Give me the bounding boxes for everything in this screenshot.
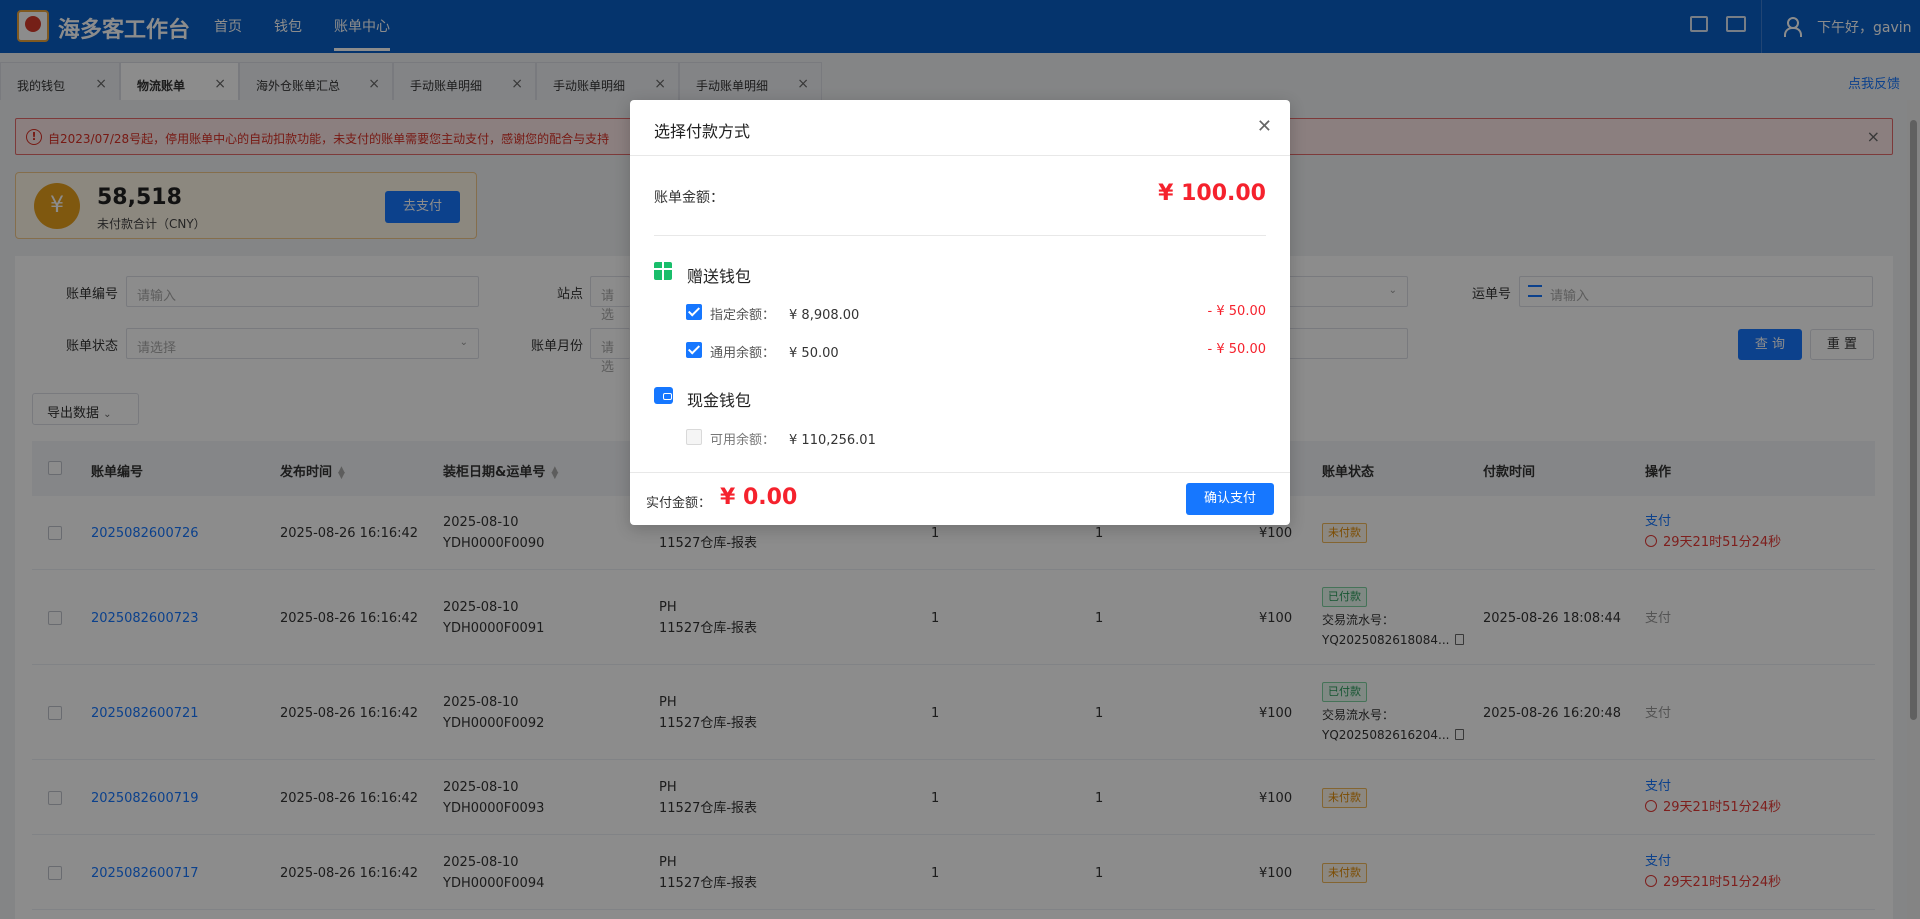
general-value: ¥ 50.00	[789, 346, 839, 361]
available-balance-checkbox[interactable]	[686, 429, 702, 445]
gift-icon	[654, 262, 672, 280]
available-value: ¥ 110,256.01	[789, 433, 876, 448]
actual-amount: ¥ 0.00	[720, 485, 798, 510]
bill-amount: ¥ 100.00	[1158, 181, 1266, 206]
designated-balance-checkbox[interactable]	[686, 304, 702, 320]
confirm-pay-button[interactable]: 确认支付	[1186, 483, 1274, 515]
close-icon[interactable]: ✕	[1257, 116, 1272, 137]
divider	[654, 235, 1266, 236]
actual-amount-label: 实付金额：	[646, 496, 712, 511]
available-balance: 可用余额： ¥ 110,256.01	[710, 429, 876, 448]
payment-method-dialog: 选择付款方式 ✕ 账单金额： ¥ 100.00 赠送钱包 指定余额： ¥ 8,90…	[630, 100, 1290, 525]
dialog-title: 选择付款方式	[654, 122, 751, 141]
cash-wallet-title: 现金钱包	[687, 391, 752, 410]
designated-label: 指定余额：	[710, 308, 776, 323]
designated-value: ¥ 8,908.00	[789, 308, 860, 323]
designated-deduction: - ¥ 50.00	[1207, 304, 1266, 319]
general-deduction: - ¥ 50.00	[1207, 342, 1266, 357]
wallet-icon	[654, 387, 673, 404]
available-label: 可用余额：	[710, 433, 776, 448]
gift-wallet-title: 赠送钱包	[687, 267, 752, 286]
general-balance-checkbox[interactable]	[686, 342, 702, 358]
general-label: 通用余额：	[710, 346, 776, 361]
divider	[630, 155, 1290, 156]
general-balance: 通用余额： ¥ 50.00	[710, 342, 839, 361]
bill-amount-label: 账单金额：	[654, 190, 724, 206]
designated-balance: 指定余额： ¥ 8,908.00	[710, 304, 859, 323]
dialog-footer: 实付金额： ¥ 0.00 确认支付	[630, 472, 1290, 525]
